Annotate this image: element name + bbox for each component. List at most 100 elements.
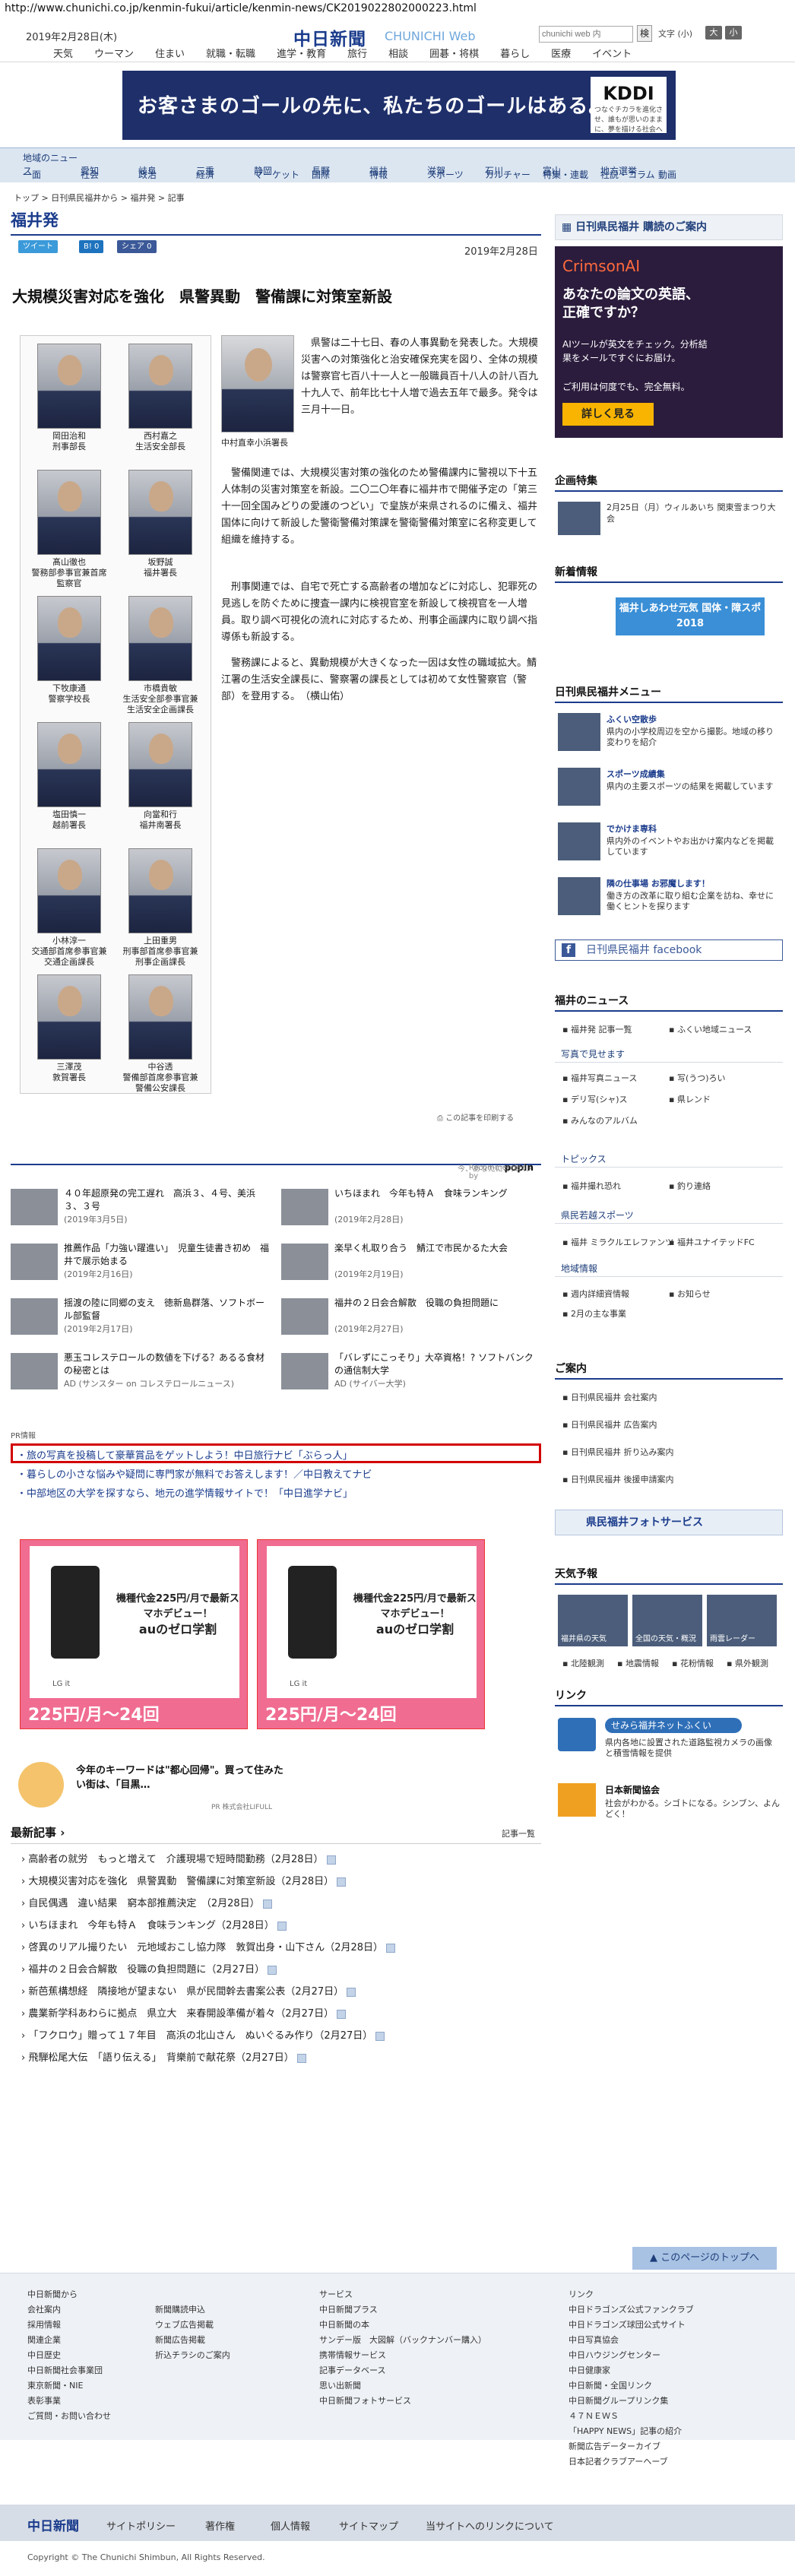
kokutai-banner[interactable]: 福井しあわせ元気 国体・障スポ 2018 bbox=[616, 597, 765, 635]
latest-article-title[interactable]: 大規模災害対応を強化 県警異動 警備課に対策室新設（2月28日） bbox=[28, 1876, 334, 1887]
weather-tile[interactable]: 福井県の天気 bbox=[558, 1595, 628, 1646]
guide-link-label[interactable]: 日刊県民福井 折り込み案内 bbox=[571, 1447, 674, 1457]
photo-link-label[interactable]: 写(うつ)ろい bbox=[677, 1073, 726, 1083]
breadcrumb-link[interactable]: 福井発 bbox=[130, 193, 155, 203]
recommend-title[interactable]: いちほまれ 今年も特Ａ 食味ランキング bbox=[334, 1187, 540, 1200]
nav-link[interactable]: 相談 bbox=[388, 49, 408, 60]
footer-link[interactable]: 東京新聞・NIE bbox=[27, 2378, 111, 2394]
news-link[interactable]: ▪ ふくい地域ニュース bbox=[669, 1023, 752, 1035]
region-nav-link[interactable]: 国際 bbox=[312, 168, 369, 181]
guide-link-label[interactable]: 日刊県民福井 会社案内 bbox=[571, 1393, 657, 1402]
region-nav-link[interactable]: 特集・連載 bbox=[543, 168, 600, 181]
nav-link[interactable]: 住まい bbox=[155, 49, 185, 60]
guide-link[interactable]: ▪ 日刊県民福井 会社案内 bbox=[562, 1391, 657, 1403]
recommend-title[interactable]: 揺渡の陸に同郷の支え 徳新島群落、ソフトボール部監督 bbox=[64, 1297, 269, 1323]
recommend-item[interactable]: 悪玉コレステロールの数値を下げる？あるる食材の秘密とは AD (サンスター on … bbox=[11, 1350, 269, 1393]
photo-link[interactable]: ▪ 写(うつ)ろい bbox=[669, 1072, 726, 1084]
pr-link[interactable]: ・旅の写真を投稿して豪華賞品をゲットしよう！中日旅行ナビ「ぶらっ人」 bbox=[17, 1447, 353, 1462]
latest-article-title[interactable]: 農業新学科あわらに拠点 県立大 来春開設準備が着々（2月27日） bbox=[28, 2008, 334, 2020]
recommend-title[interactable]: 推薦作品「力強い躍進い」 児童生徒書き初め 福井で展示始まる bbox=[64, 1242, 269, 1268]
info-link[interactable]: ▪ お知らせ bbox=[669, 1288, 711, 1300]
au-ad[interactable]: 機種代金225円/月で最新スマホデビュー！ auのゼロ学割 LG it 225円/… bbox=[257, 1539, 485, 1729]
latest-article-link[interactable]: › 高齢者の就労 もっと増えて 介護現場で短時間勤務（2月28日） bbox=[21, 1851, 336, 1865]
menu-thumb[interactable] bbox=[558, 713, 600, 751]
footer-logo[interactable]: 中日新聞 bbox=[27, 2515, 79, 2534]
footer-link[interactable]: 中日写真協会 bbox=[569, 2333, 694, 2348]
latest-article-link[interactable]: › 農業新学科あわらに拠点 県立大 来春開設準備が着々（2月27日） bbox=[21, 2005, 347, 2020]
article-list-link[interactable]: › 記事一覧 bbox=[60, 1826, 535, 1839]
latest-article-title[interactable]: 啓異のリアル撮りたい 元地域おこし協力隊 敦賀出身・山下さん（2月28日） bbox=[28, 1942, 383, 1953]
region-nav-link[interactable]: 動画 bbox=[658, 168, 716, 181]
guide-link[interactable]: ▪ 日刊県民福井 後援申請案内 bbox=[562, 1473, 673, 1485]
photo-link-label[interactable]: みんなのアルバム bbox=[571, 1116, 638, 1126]
sports-link[interactable]: ▪ 福井 ミラクルエレファンツ bbox=[562, 1236, 673, 1248]
footer-link[interactable]: 関連企業 bbox=[27, 2333, 111, 2348]
photo-link[interactable]: ▪ デリ写(シャ)ス bbox=[562, 1093, 628, 1105]
bottom-link[interactable]: 著作権 bbox=[205, 2518, 235, 2533]
weather-link[interactable]: ▪ 地震情報 bbox=[617, 1657, 659, 1669]
nav-link[interactable]: 天気 bbox=[53, 49, 73, 60]
guide-link[interactable]: ▪ 日刊県民福井 広告案内 bbox=[562, 1418, 657, 1431]
hatena-button[interactable]: B! 0 bbox=[79, 240, 104, 253]
weather-link[interactable]: ▪ 北陸観測 bbox=[562, 1657, 604, 1669]
recommend-thumb[interactable] bbox=[281, 1353, 328, 1389]
recommend-item[interactable]: 楽早く札取り合う 鯖江で市民かるた大会 (2019年2月19日) bbox=[281, 1240, 540, 1283]
footer-link[interactable]: 中日ドラゴンズ球団公式サイト bbox=[569, 2318, 694, 2333]
recommend-thumb[interactable] bbox=[281, 1244, 328, 1280]
latest-article-title[interactable]: 「フクロウ」贈って１７年目 高浜の北山さん ぬいぐるみ作り（2月27日） bbox=[28, 2030, 372, 2042]
recommend-item[interactable]: 推薦作品「力強い躍進い」 児童生徒書き初め 福井で展示始まる (2019年2月16… bbox=[11, 1240, 269, 1283]
kikaku-text[interactable]: 2月25日（月）ウィルあいち 関東雪まつり大会 bbox=[607, 502, 780, 524]
footer-link[interactable]: 「HAPPY NEWS」記事の紹介 bbox=[569, 2424, 694, 2439]
footer-link[interactable]: 表彰事業 bbox=[27, 2394, 111, 2409]
recommend-item[interactable]: いちほまれ 今年も特Ａ 食味ランキング (2019年2月28日) bbox=[281, 1186, 540, 1228]
breadcrumb-link[interactable]: トップ bbox=[14, 193, 39, 203]
bottom-link[interactable]: 個人情報 bbox=[271, 2518, 310, 2533]
bottom-link[interactable]: サイトマップ bbox=[339, 2518, 398, 2533]
latest-article-link[interactable]: › いちほまれ 今年も特Ａ 食味ランキング（2月28日） bbox=[21, 1917, 287, 1931]
footer-link[interactable]: 採用情報 bbox=[27, 2318, 111, 2333]
region-nav-link[interactable]: 経済 bbox=[196, 168, 254, 181]
keyword-ad-image[interactable] bbox=[18, 1762, 64, 1808]
breadcrumb-link[interactable]: 日刊県民福井から bbox=[51, 193, 118, 203]
nav-link[interactable]: 囲碁・将棋 bbox=[429, 49, 479, 60]
kddi-banner-ad[interactable]: お客さまのゴールの先に、私たちのゴールはある。 KDDI つなぐチカラを進化させ… bbox=[122, 71, 676, 140]
latest-article-link[interactable]: › 飛騨松尾大伝 「語り伝える」 背樂前で献花祭（2月27日） bbox=[21, 2049, 306, 2064]
weather-link-label[interactable]: 県外観測 bbox=[735, 1659, 768, 1668]
recommend-item[interactable]: 福井の２日会合解散 役職の負担問題に (2019年2月27日) bbox=[281, 1295, 540, 1338]
latest-article-link[interactable]: › 自民偶遇 違い結果 窮本部推薦決定 （2月28日） bbox=[21, 1895, 272, 1909]
region-nav-link[interactable]: 社説・コラム bbox=[600, 168, 658, 181]
weather-link-label[interactable]: 北陸観測 bbox=[571, 1659, 604, 1668]
footer-link[interactable]: 中日健康家 bbox=[569, 2363, 694, 2378]
recommend-item[interactable]: 揺渡の陸に同郷の支え 徳新島群落、ソフトボール部監督 (2019年2月17日) bbox=[11, 1295, 269, 1338]
back-to-top-button[interactable]: ▲ このページのトップへ bbox=[632, 2247, 777, 2270]
guide-link-label[interactable]: 日刊県民福井 広告案内 bbox=[571, 1420, 657, 1430]
photo-link[interactable]: ▪ 県レンド bbox=[669, 1093, 711, 1105]
menu-thumb[interactable] bbox=[558, 768, 600, 806]
footer-link[interactable]: 中日ハウジングセンター bbox=[569, 2348, 694, 2363]
menu-title[interactable]: スポーツ成績集 bbox=[607, 768, 665, 780]
photo-link-label[interactable]: デリ写(シャ)ス bbox=[571, 1095, 628, 1104]
latest-article-title[interactable]: 福井の２日会合解散 役職の負担問題に（2月27日） bbox=[28, 1964, 264, 1976]
photo-link-label[interactable]: 県レンド bbox=[677, 1095, 711, 1104]
info-link[interactable]: ▪ 2月の主な事業 bbox=[562, 1307, 626, 1320]
region-nav-link[interactable]: 一面 bbox=[23, 168, 81, 181]
region-nav-link[interactable]: 社会 bbox=[81, 168, 138, 181]
footer-link[interactable]: 中日新聞プラス bbox=[319, 2302, 486, 2318]
font-small-button[interactable]: 小 bbox=[725, 26, 742, 40]
photo-link[interactable]: ▪ みんなのアルバム bbox=[562, 1114, 638, 1126]
weather-tile[interactable]: 全国の天気・概況 bbox=[632, 1595, 702, 1646]
footer-link[interactable]: 中日新聞の本 bbox=[319, 2318, 486, 2333]
search-input[interactable] bbox=[539, 26, 633, 43]
nav-link[interactable]: 就職・転職 bbox=[206, 49, 255, 60]
footer-link[interactable]: 記事データベース bbox=[319, 2363, 486, 2378]
search-button[interactable]: 検 bbox=[637, 25, 652, 42]
latest-article-link[interactable]: › 啓異のリアル撮りたい 元地域おこし協力隊 敦賀出身・山下さん（2月28日） bbox=[21, 1939, 396, 1953]
pr-link[interactable]: ・暮らしの小さな悩みや疑問に専門家が無料でお答えします！／中日教えてナビ bbox=[17, 1466, 372, 1481]
subscribe-banner[interactable]: ▦ 日刊県民福井 購読のご案内 bbox=[555, 214, 783, 240]
sports-link[interactable]: ▪ 福井ユナイテッドFC bbox=[669, 1236, 755, 1248]
recommend-thumb[interactable] bbox=[11, 1244, 58, 1280]
latest-article-link[interactable]: › 福井の２日会合解散 役職の負担問題に（2月27日） bbox=[21, 1961, 277, 1976]
latest-article-title[interactable]: いちほまれ 今年も特Ａ 食味ランキング（2月28日） bbox=[28, 1920, 274, 1931]
recommend-title[interactable]: ４０年超原発の完工遅れ 高浜３、４号、美浜３、３号 bbox=[64, 1187, 269, 1213]
latest-article-link[interactable]: › 「フクロウ」贈って１７年目 高浜の北山さん ぬいぐるみ作り（2月27日） bbox=[21, 2027, 385, 2042]
